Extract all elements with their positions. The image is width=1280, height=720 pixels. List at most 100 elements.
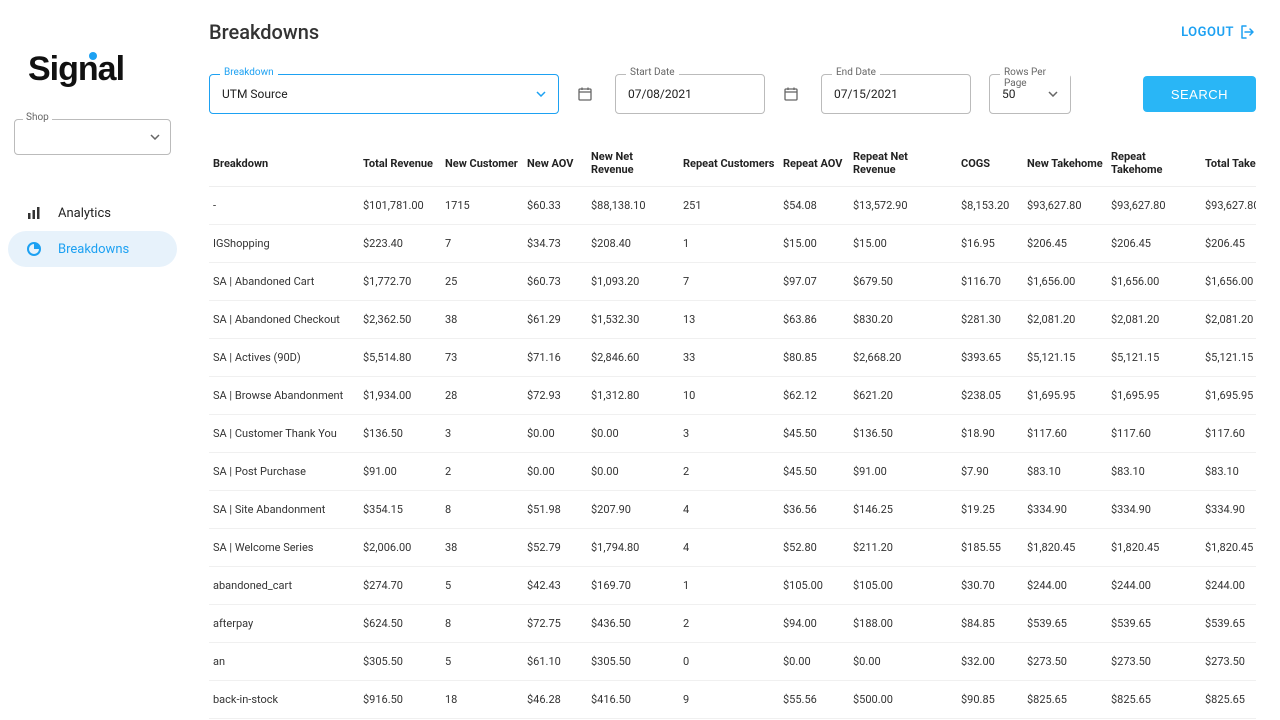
nav: Analytics Breakdowns xyxy=(8,195,177,267)
table-cell: 2 xyxy=(679,453,779,491)
table-cell: $84.85 xyxy=(957,605,1023,643)
table-cell: $169.70 xyxy=(587,567,679,605)
column-header[interactable]: Breakdown xyxy=(209,140,359,187)
table-cell: SA | Post Purchase xyxy=(209,453,359,491)
table-cell: $206.45 xyxy=(1023,225,1107,263)
table-cell: $90.85 xyxy=(957,681,1023,719)
topbar: Breakdowns LOGOUT xyxy=(209,20,1256,44)
column-header[interactable]: COGS xyxy=(957,140,1023,187)
table-cell: $244.00 xyxy=(1107,567,1201,605)
rows-per-page-select[interactable]: Rows Per Page 50 xyxy=(989,74,1071,114)
table-cell: $116.70 xyxy=(957,263,1023,301)
table-cell: 73 xyxy=(441,339,523,377)
shop-select[interactable]: Shop xyxy=(14,119,171,155)
column-header[interactable]: Total Takehome xyxy=(1201,140,1256,187)
table-cell: $61.10 xyxy=(523,643,587,681)
table-cell: SA | Site Abandonment xyxy=(209,491,359,529)
table-cell: $0.00 xyxy=(849,643,957,681)
column-header[interactable]: Total Revenue xyxy=(359,140,441,187)
table-cell: $136.50 xyxy=(849,415,957,453)
table-cell: $61.29 xyxy=(523,301,587,339)
table-cell: 5 xyxy=(441,567,523,605)
table-cell: $45.50 xyxy=(779,453,849,491)
logout-label: LOGOUT xyxy=(1181,25,1234,40)
table-cell: $2,081.20 xyxy=(1201,301,1256,339)
start-date-value: 07/08/2021 xyxy=(628,87,692,101)
table-cell: $5,121.15 xyxy=(1107,339,1201,377)
table-cell: $2,081.20 xyxy=(1107,301,1201,339)
calendar-icon xyxy=(577,86,593,102)
table-cell: $8,153.20 xyxy=(957,187,1023,225)
table-cell: $62.12 xyxy=(779,377,849,415)
table-cell: $7.90 xyxy=(957,453,1023,491)
table-cell: $334.90 xyxy=(1023,491,1107,529)
table-wrap[interactable]: BreakdownTotal RevenueNew CustomerNew AO… xyxy=(209,140,1256,720)
table-row: SA | Abandoned Cart$1,772.7025$60.73$1,0… xyxy=(209,263,1256,301)
table-cell: $93,627.80 xyxy=(1107,187,1201,225)
column-header[interactable]: New Takehome xyxy=(1023,140,1107,187)
table-cell: $273.50 xyxy=(1107,643,1201,681)
column-header[interactable]: Repeat Customers xyxy=(679,140,779,187)
table-cell: $334.90 xyxy=(1201,491,1256,529)
chevron-down-icon xyxy=(150,134,160,140)
table-row: SA | Welcome Series$2,006.0038$52.79$1,7… xyxy=(209,529,1256,567)
column-header[interactable]: New Customer xyxy=(441,140,523,187)
table-cell: $436.50 xyxy=(587,605,679,643)
table-cell: $5,121.15 xyxy=(1023,339,1107,377)
table-cell: $55.56 xyxy=(779,681,849,719)
start-date-input[interactable]: Start Date 07/08/2021 xyxy=(615,74,765,114)
table-row: an$305.505$61.10$305.500$0.00$0.00$32.00… xyxy=(209,643,1256,681)
table-cell: $416.50 xyxy=(587,681,679,719)
table-cell: $2,081.20 xyxy=(1023,301,1107,339)
table-cell: $207.90 xyxy=(587,491,679,529)
end-date-input[interactable]: End Date 07/15/2021 xyxy=(821,74,971,114)
table-cell: $63.86 xyxy=(779,301,849,339)
rows-per-page-value: 50 xyxy=(1002,87,1016,101)
table-cell: $0.00 xyxy=(779,643,849,681)
logout-button[interactable]: LOGOUT xyxy=(1181,25,1256,40)
table-cell: an xyxy=(209,643,359,681)
table-cell: $88,138.10 xyxy=(587,187,679,225)
table-cell: $5,121.15 xyxy=(1201,339,1256,377)
table-cell: $36.56 xyxy=(779,491,849,529)
table-cell: back-in-stock xyxy=(209,681,359,719)
column-header[interactable]: Repeat Net Revenue xyxy=(849,140,957,187)
sidebar-item-analytics[interactable]: Analytics xyxy=(8,195,177,231)
table-cell: $71.16 xyxy=(523,339,587,377)
breakdown-select[interactable]: Breakdown UTM Source xyxy=(209,74,559,114)
table-cell: $539.65 xyxy=(1201,605,1256,643)
table-cell: SA | Customer Thank You xyxy=(209,415,359,453)
table-row: SA | Post Purchase$91.002$0.00$0.002$45.… xyxy=(209,453,1256,491)
table-cell: $117.60 xyxy=(1023,415,1107,453)
table-cell: 18 xyxy=(441,681,523,719)
table-cell: $916.50 xyxy=(359,681,441,719)
table-cell: $825.65 xyxy=(1201,681,1256,719)
table-cell: $2,006.00 xyxy=(359,529,441,567)
column-header[interactable]: New AOV xyxy=(523,140,587,187)
column-header[interactable]: Repeat AOV xyxy=(779,140,849,187)
table-cell: afterpay xyxy=(209,605,359,643)
table-cell: $354.15 xyxy=(359,491,441,529)
table-cell: $18.90 xyxy=(957,415,1023,453)
search-button[interactable]: SEARCH xyxy=(1143,76,1256,112)
table-cell: $1,656.00 xyxy=(1201,263,1256,301)
table-cell: $60.73 xyxy=(523,263,587,301)
field-label: Start Date xyxy=(626,67,679,78)
table-cell: $223.40 xyxy=(359,225,441,263)
table-cell: $0.00 xyxy=(523,453,587,491)
page-title: Breakdowns xyxy=(209,20,319,44)
table-cell: $105.00 xyxy=(849,567,957,605)
sidebar-item-breakdowns[interactable]: Breakdowns xyxy=(8,231,177,267)
table-cell: 25 xyxy=(441,263,523,301)
table-cell: 1 xyxy=(679,567,779,605)
table-cell: 3 xyxy=(441,415,523,453)
column-header[interactable]: Repeat Takehome xyxy=(1107,140,1201,187)
table-cell: $15.00 xyxy=(849,225,957,263)
table-cell: 7 xyxy=(679,263,779,301)
column-header[interactable]: New Net Revenue xyxy=(587,140,679,187)
table-row: SA | Site Abandonment$354.158$51.98$207.… xyxy=(209,491,1256,529)
table-cell: 251 xyxy=(679,187,779,225)
table-cell: $211.20 xyxy=(849,529,957,567)
table-row: abandoned_cart$274.705$42.43$169.701$105… xyxy=(209,567,1256,605)
table-cell: $80.85 xyxy=(779,339,849,377)
